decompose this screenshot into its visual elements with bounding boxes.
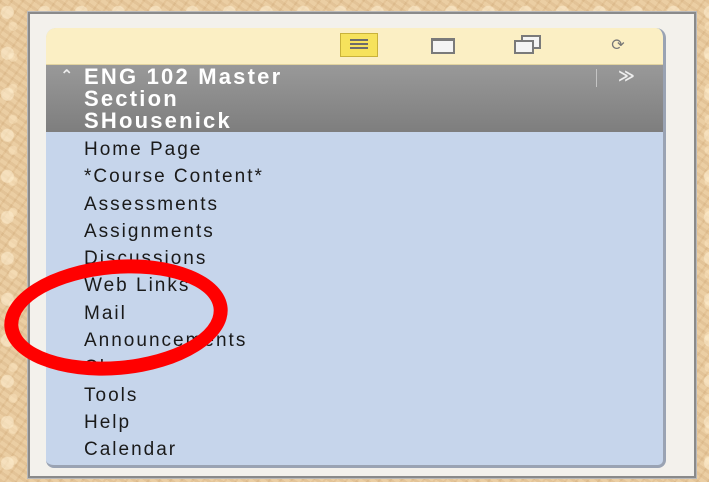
menu-item-course-content[interactable]: *Course Content*	[46, 163, 663, 190]
menu-item-discussions[interactable]: Discussions	[46, 245, 663, 272]
course-header: ⌃ ENG 102 Master Section SHousenick ≫	[46, 65, 663, 132]
menu-item-announcements[interactable]: Announcements	[46, 327, 663, 354]
course-menu-panel: ⟳ ⌃ ENG 102 Master Section SHousenick ≫ …	[46, 28, 666, 468]
window-view-icon[interactable]	[514, 35, 542, 55]
menu-item-assessments[interactable]: Assessments	[46, 191, 663, 218]
menu-item-tools[interactable]: Tools	[46, 382, 663, 409]
menu-item-assignments[interactable]: Assignments	[46, 218, 663, 245]
menu-item-web-links[interactable]: Web Links	[46, 272, 663, 299]
menu-item-chat[interactable]: Chat	[46, 354, 663, 381]
menu-item-help[interactable]: Help	[46, 409, 663, 436]
folder-view-icon[interactable]	[431, 38, 455, 54]
list-view-icon[interactable]	[340, 33, 378, 57]
course-title[interactable]: ENG 102 Master Section SHousenick	[84, 66, 504, 132]
menu-item-calendar[interactable]: Calendar	[46, 436, 663, 463]
header-divider	[596, 69, 597, 87]
menu-item-home-page[interactable]: Home Page	[46, 136, 663, 163]
view-toolbar: ⟳	[46, 28, 663, 65]
refresh-icon[interactable]: ⟳	[608, 35, 628, 55]
expand-icon[interactable]: ≫	[618, 66, 635, 85]
course-menu: Home Page *Course Content* Assessments A…	[46, 132, 663, 464]
menu-item-mail[interactable]: Mail	[46, 300, 663, 327]
collapse-icon[interactable]: ⌃	[60, 66, 73, 85]
